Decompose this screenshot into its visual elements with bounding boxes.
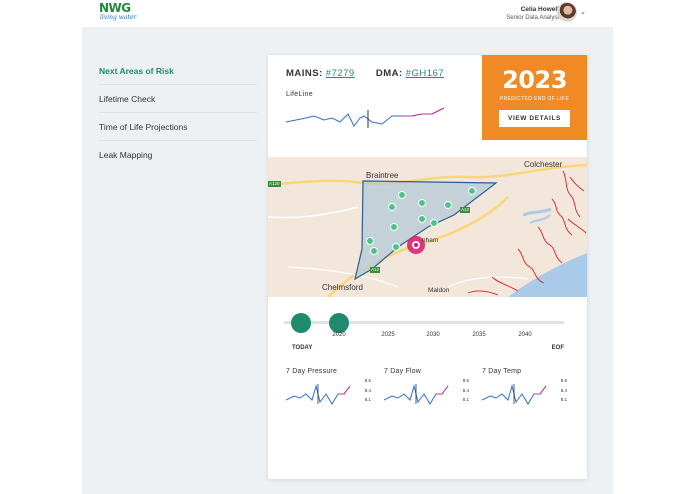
metric-values: 8.6 8.4 8.1 (560, 378, 567, 402)
metric-label: 7 Day Flow (384, 368, 422, 375)
tick-2035: 2035 (472, 332, 486, 338)
timeline-start-label: TODAY (292, 345, 312, 351)
sidebar-item-label: Lifetime Check (99, 93, 156, 104)
flow-sparkline (384, 384, 449, 405)
metric-values: 8.6 8.4 8.1 (462, 378, 469, 402)
dma-label: DMA: (375, 68, 403, 79)
timeline[interactable]: 2020 2025 2030 2035 2040 TODAY EOF (284, 313, 574, 353)
map-label-nham: nham (422, 237, 439, 244)
sidebar-item-time-of-life-projections[interactable]: Time of Life Projections (99, 113, 257, 141)
logo-tagline: living water (100, 14, 137, 21)
lifeline-label: LifeLine (286, 91, 313, 98)
metric-values: 8.6 8.4 8.1 (364, 378, 371, 402)
sidebar-item-leak-mapping[interactable]: Leak Mapping (99, 141, 257, 169)
tick-2040: 2040 (518, 332, 532, 338)
mains-id-link[interactable]: #7279 (326, 68, 355, 79)
road-tag-a12-south: A12 (370, 267, 381, 273)
metric-label: 7 Day Pressure (286, 368, 338, 375)
user-role: Senior Data Analyst (506, 15, 559, 21)
map-label-colchester: Colchester (524, 160, 563, 169)
timeline-end-label: EOF (552, 345, 565, 351)
metric-pressure[interactable]: 7 Day Pressure 8.6 8.4 8.1 (286, 368, 371, 413)
lifeline-sparkline (285, 107, 445, 128)
area-map[interactable]: Braintree Colchester Chelmsford Maldon n… (268, 157, 587, 297)
chevron-down-icon[interactable]: ⌄ (580, 8, 586, 16)
asset-identifiers: MAINS: #7279 DMA: #GH167 (286, 68, 444, 79)
timeline-handle-today (291, 313, 311, 333)
dma-id-link[interactable]: #GH167 (406, 68, 444, 79)
temp-sparkline (482, 384, 547, 405)
view-details-button[interactable]: VIEW DETAILS (499, 110, 570, 127)
user-name: Celia Howell (520, 6, 559, 13)
map-label-chelmsford: Chelmsford (322, 283, 363, 292)
map-label-maldon: Maldon (428, 287, 450, 294)
predicted-subtitle: PREDICTED END OF LIFE (499, 96, 570, 102)
top-bar: NWG living water Celia Howell Senior Dat… (0, 0, 695, 27)
tick-2020: 2020 (332, 332, 346, 338)
sidebar-item-label: Next Areas of Risk (99, 65, 174, 76)
timeline-handle-eol (329, 313, 349, 333)
map-label-braintree: Braintree (366, 171, 399, 180)
sidebar-nav: Next Areas of Risk Lifetime Check Time o… (99, 57, 257, 169)
map-graphic (268, 163, 587, 297)
tick-2030: 2030 (426, 332, 440, 338)
metric-label: 7 Day Temp (482, 368, 522, 375)
sidebar-item-next-areas-of-risk[interactable]: Next Areas of Risk (99, 57, 257, 85)
road-tag-a12-east: A12 (460, 207, 471, 213)
metric-temp[interactable]: 7 Day Temp 8.6 8.4 8.1 (482, 368, 567, 413)
avatar[interactable] (557, 2, 577, 22)
logo-text: NWG (99, 1, 131, 15)
road-tag-a120: A120 (268, 181, 281, 187)
pressure-sparkline (286, 384, 351, 405)
timeline-track (284, 321, 564, 324)
asset-card: MAINS: #7279 DMA: #GH167 LifeLine 2023 PRE… (268, 55, 587, 479)
tick-2025: 2025 (381, 332, 395, 338)
metric-flow[interactable]: 7 Day Flow 8.6 8.4 8.1 (384, 368, 469, 413)
nwg-logo[interactable]: NWG living water (99, 2, 139, 24)
mains-label: MAINS: (286, 68, 323, 79)
predicted-eol-panel: 2023 PREDICTED END OF LIFE VIEW DETAILS (482, 55, 587, 140)
sidebar-item-label: Leak Mapping (99, 150, 153, 160)
user-info: Celia Howell Senior Data Analyst (439, 6, 559, 22)
predicted-year: 2023 (502, 66, 567, 94)
sidebar-item-label: Time of Life Projections (99, 121, 188, 132)
sidebar-item-lifetime-check[interactable]: Lifetime Check (99, 85, 257, 113)
